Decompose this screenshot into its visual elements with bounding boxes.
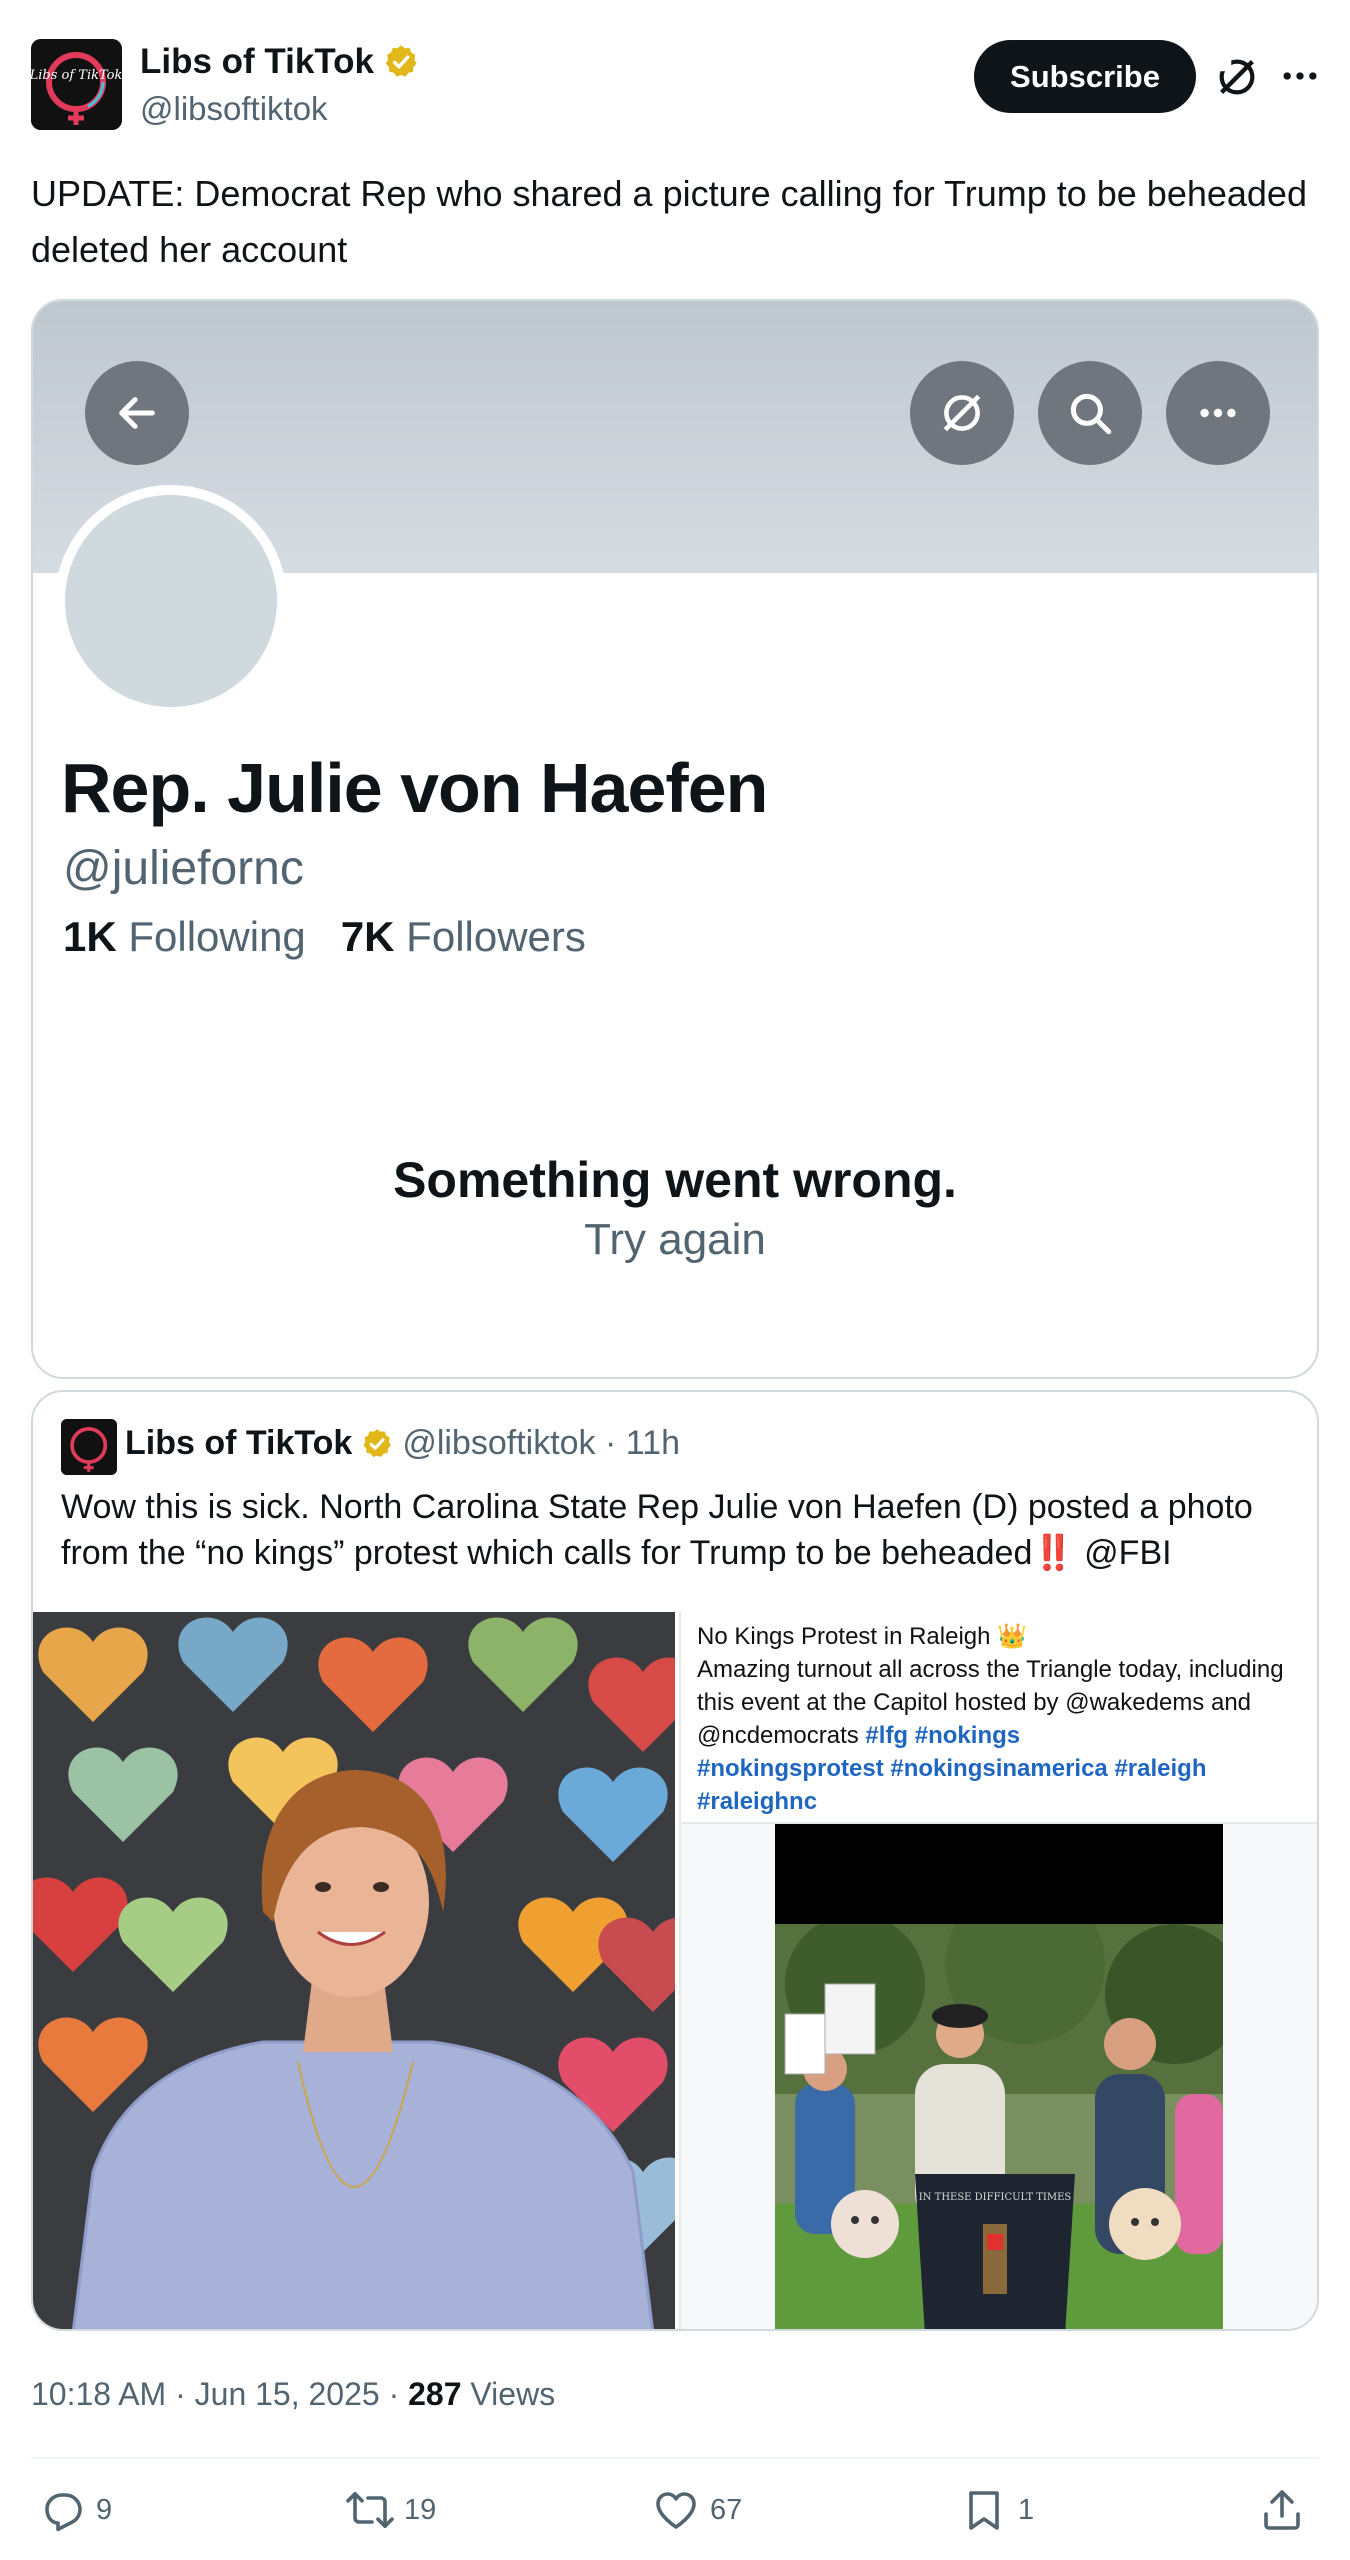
search-icon[interactable] (1038, 361, 1142, 465)
like-count: 67 (710, 2493, 743, 2526)
like-icon (656, 2492, 696, 2529)
quote-photo-portrait[interactable] (33, 1612, 675, 2329)
author-name-text[interactable]: Libs of TikTok (140, 42, 374, 82)
more-icon[interactable] (1278, 54, 1322, 98)
quote-text: Wow this is sick. North Carolina State R… (61, 1488, 1253, 1572)
profile-handle: @juliefornc (63, 842, 304, 895)
reply-icon (45, 2493, 82, 2532)
views-count: 287 (408, 2376, 462, 2412)
post-image-protest: IN THESE DIFFICULT TIMES (775, 1924, 1223, 2329)
followers-count: 7K (340, 913, 395, 960)
profile-avatar-placeholder (55, 485, 287, 717)
bookmark-count: 1 (1018, 2493, 1035, 2526)
quote-meta: @libsoftiktok · 11h (402, 1424, 680, 1462)
profile-stats: 1K Following 7K Followers (63, 913, 586, 961)
quote-author-avatar (61, 1419, 117, 1475)
following-count: 1K (63, 913, 117, 960)
try-again-link: Try again (584, 1215, 766, 1264)
retweet-icon (346, 2492, 394, 2528)
followers-label: Followers (394, 913, 586, 960)
svg-text:IN THESE DIFFICULT TIMES: IN THESE DIFFICULT TIMES (919, 2192, 1072, 2203)
caption-title: No Kings Protest in Raleigh 👑 (697, 1623, 1028, 1650)
grok-icon[interactable] (910, 361, 1014, 465)
profile-screenshot-card[interactable]: Rep. Julie von Haefen @juliefornc 1K Fol… (31, 299, 1319, 1379)
post-image-black-bar (775, 1824, 1223, 1924)
views-label: Views (461, 2376, 556, 2412)
subscribe-button[interactable]: Subscribe (974, 40, 1196, 113)
bookmark-icon (969, 2491, 999, 2530)
profile-name: Rep. Julie von Haefen (61, 749, 768, 827)
caption-hashtags-inline: #lfg #nokings (865, 1722, 1021, 1749)
like-button[interactable]: 67 (652, 2486, 742, 2534)
quote-header: Libs of TikTok @libsoftiktok · 11h (125, 1424, 680, 1463)
error-title: Something went wrong. (393, 1152, 957, 1208)
verified-badge-icon (385, 45, 417, 77)
share-icon (1264, 2490, 1300, 2530)
post-image-frame: IN THESE DIFFICULT TIMES (681, 1822, 1317, 2329)
retweet-count: 19 (404, 2493, 437, 2526)
quote-photo-instagram[interactable]: No Kings Protest in Raleigh 👑 Amazing tu… (679, 1612, 1317, 2329)
svg-text:Libs of TikTok: Libs of TikTok (31, 68, 122, 83)
author-handle[interactable]: @libsoftiktok (140, 90, 328, 128)
caption-hashtags: #nokingsprotest #nokingsinamerica #ralei… (697, 1755, 1207, 1815)
reply-button[interactable]: 9 (38, 2486, 112, 2534)
tweet-text: UPDATE: Democrat Rep who shared a pictur… (31, 173, 1307, 270)
more-icon[interactable] (1166, 361, 1270, 465)
post-caption: No Kings Protest in Raleigh 👑 Amazing tu… (697, 1620, 1297, 1818)
author-avatar[interactable]: Libs of TikTok (31, 39, 122, 130)
bookmark-button[interactable]: 1 (960, 2486, 1034, 2534)
back-arrow-icon[interactable] (85, 361, 189, 465)
verified-badge-icon (363, 1428, 392, 1457)
quoted-tweet[interactable]: Libs of TikTok @libsoftiktok · 11h Wow t… (31, 1390, 1319, 2331)
divider (31, 2457, 1319, 2459)
share-button[interactable] (1258, 2486, 1306, 2534)
reply-count: 9 (96, 2493, 113, 2526)
tweet-timestamp[interactable]: 10:18 AM · Jun 15, 2025 · 287 Views (31, 2376, 555, 2413)
retweet-button[interactable]: 19 (346, 2486, 436, 2534)
timestamp-text[interactable]: 10:18 AM · Jun 15, 2025 · (31, 2376, 408, 2412)
grok-icon[interactable] (1214, 54, 1260, 100)
quote-author-name: Libs of TikTok (125, 1424, 353, 1462)
following-label: Following (116, 913, 306, 960)
author-name[interactable]: Libs of TikTok (140, 42, 420, 82)
